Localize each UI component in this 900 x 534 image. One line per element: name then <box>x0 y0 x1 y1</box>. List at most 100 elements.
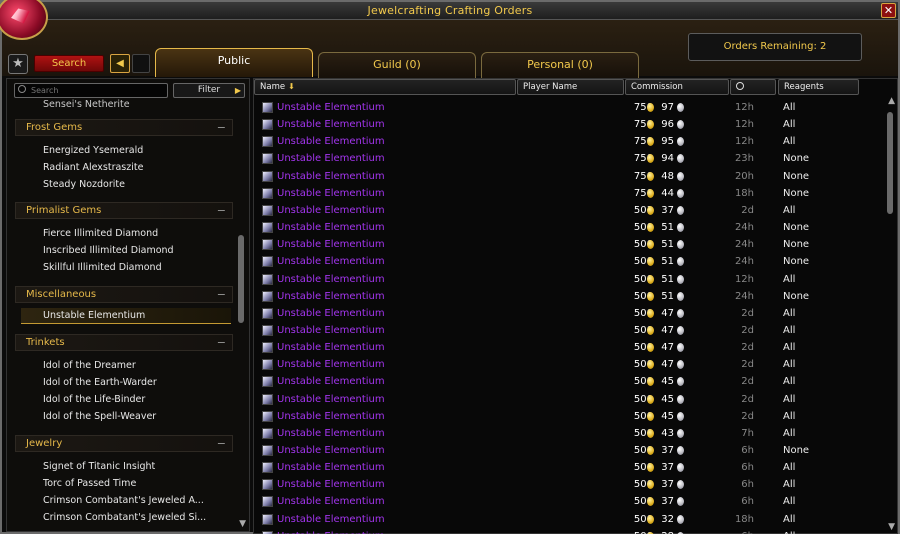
column-header-name[interactable]: Name ⬇ <box>254 79 516 95</box>
item-name: Unstable Elementium <box>277 153 385 165</box>
list-item[interactable]: Fierce Illimited Diamond <box>21 226 231 242</box>
table-row[interactable]: Unstable Elementium 500 37 6h All <box>254 476 884 493</box>
item-name: Unstable Elementium <box>277 393 385 405</box>
category-header-jewelry[interactable]: Jewelry − <box>15 435 233 452</box>
sidebar-scroll-thumb[interactable] <box>238 235 244 323</box>
collapse-icon: − <box>216 288 226 301</box>
silver-coin-icon <box>677 411 684 421</box>
list-item[interactable]: Signet of Titanic Insight <box>21 459 231 475</box>
table-row[interactable]: Unstable Elementium 500 51 24h None <box>254 253 884 270</box>
table-row[interactable]: Unstable Elementium 500 37 6h All <box>254 493 884 510</box>
filter-button[interactable]: Filter ▶ <box>173 83 245 98</box>
table-row[interactable]: Unstable Elementium 500 43 7h All <box>254 425 884 442</box>
table-row[interactable]: Unstable Elementium 750 97 12h All <box>254 99 884 116</box>
gold-coin-icon <box>647 188 654 198</box>
table-row[interactable]: Unstable Elementium 500 37 6h None <box>254 442 884 459</box>
table-row[interactable]: Unstable Elementium 500 47 2d All <box>254 322 884 339</box>
table-row[interactable]: Unstable Elementium 750 95 12h All <box>254 133 884 150</box>
list-item[interactable]: Idol of the Spell-Weaver <box>21 409 231 425</box>
time-left: 6h <box>741 496 754 508</box>
table-row[interactable]: Unstable Elementium 750 48 20h None <box>254 168 884 185</box>
time-left: 20h <box>734 170 754 182</box>
table-row[interactable]: Unstable Elementium 750 94 23h None <box>254 150 884 167</box>
commission-silver: 51 <box>661 256 674 268</box>
table-row[interactable]: Unstable Elementium 500 51 12h All <box>254 271 884 288</box>
item-icon <box>262 393 273 405</box>
tab-guild[interactable]: Guild (0) <box>318 52 476 78</box>
item-icon <box>262 496 273 508</box>
chevron-down-icon[interactable]: ▼ <box>239 519 246 529</box>
close-button[interactable]: ✕ <box>881 3 896 18</box>
table-row[interactable]: Unstable Elementium 500 47 2d All <box>254 305 884 322</box>
table-row[interactable]: Unstable Elementium 750 44 18h None <box>254 185 884 202</box>
tab-personal[interactable]: Personal (0) <box>481 52 639 78</box>
table-row[interactable]: Unstable Elementium 500 47 2d All <box>254 356 884 373</box>
list-item[interactable]: Idol of the Life-Binder <box>21 392 231 408</box>
item-icon <box>262 445 273 456</box>
table-row[interactable]: Unstable Elementium 500 45 2d All <box>254 408 884 425</box>
list-item-selected[interactable]: Unstable Elementium <box>21 308 231 324</box>
list-item[interactable]: Idol of the Dreamer <box>21 358 231 374</box>
category-header-trinkets[interactable]: Trinkets − <box>15 334 233 351</box>
back-button[interactable]: ◀ <box>110 54 130 73</box>
item-icon <box>262 153 273 165</box>
list-item[interactable]: Steady Nozdorite <box>21 177 231 193</box>
reagents-value: None <box>783 445 810 456</box>
tab-public[interactable]: Public <box>155 48 313 77</box>
table-row[interactable]: Unstable Elementium 500 51 24h None <box>254 219 884 236</box>
category-header-primalist-gems[interactable]: Primalist Gems − <box>15 202 233 219</box>
forward-button[interactable] <box>132 54 150 73</box>
list-item[interactable]: Idol of the Earth-Warder <box>21 375 231 391</box>
chevron-up-icon[interactable]: ▲ <box>888 96 895 106</box>
item-icon <box>262 119 273 131</box>
table-row[interactable]: Unstable Elementium 500 32 18h All <box>254 511 884 528</box>
column-header-commission[interactable]: Commission <box>625 79 729 95</box>
search-button[interactable]: Search <box>34 55 104 72</box>
commission-silver: 44 <box>661 187 674 199</box>
reagents-value: None <box>783 187 810 199</box>
list-item[interactable]: Energized Ysemerald <box>21 143 231 159</box>
silver-coin-icon <box>677 223 684 233</box>
list-item[interactable]: Sensei's Netherite <box>21 97 231 113</box>
reagents-value: All <box>783 136 796 148</box>
category-header-frost-gems[interactable]: Frost Gems − <box>15 119 233 136</box>
list-item[interactable]: Torc of Passed Time <box>21 476 231 492</box>
table-row[interactable]: Unstable Elementium 500 45 2d All <box>254 391 884 408</box>
list-item[interactable]: Crimson Combatant's Jeweled A... <box>21 493 231 509</box>
reagents-value: None <box>783 170 810 182</box>
column-header-time[interactable] <box>730 79 776 95</box>
list-item[interactable]: Crimson Combatant's Jeweled Si... <box>21 510 231 526</box>
commission-silver: 43 <box>661 427 674 439</box>
table-scroll-thumb[interactable] <box>887 112 893 214</box>
sidebar-scrollbar[interactable] <box>238 99 244 519</box>
category-header-miscellaneous[interactable]: Miscellaneous − <box>15 286 233 303</box>
item-name: Unstable Elementium <box>277 256 385 268</box>
reagents-value: All <box>783 204 796 216</box>
commission-silver: 51 <box>661 290 674 302</box>
chevron-right-icon: ▶ <box>234 86 241 95</box>
table-row[interactable]: Unstable Elementium 500 51 24h None <box>254 288 884 305</box>
table-row[interactable]: Unstable Elementium 500 51 24h None <box>254 236 884 253</box>
time-left: 24h <box>734 256 754 268</box>
silver-coin-icon <box>677 394 684 404</box>
jewel-icon <box>9 5 33 27</box>
table-row[interactable]: Unstable Elementium500286hAll <box>254 528 884 534</box>
column-header-player[interactable]: Player Name <box>517 79 624 95</box>
table-row[interactable]: Unstable Elementium 750 96 12h All <box>254 116 884 133</box>
list-item[interactable]: Skillful Illimited Diamond <box>21 260 231 276</box>
chevron-down-icon[interactable]: ▼ <box>888 522 895 532</box>
commission-silver: 47 <box>661 359 674 371</box>
table-row[interactable]: Unstable Elementium 501 37 2d All <box>254 202 884 219</box>
table-row[interactable]: Unstable Elementium 500 47 2d All <box>254 339 884 356</box>
title-bar[interactable]: Jewelcrafting Crafting Orders ✕ <box>2 2 898 20</box>
column-header-reagents[interactable]: Reagents <box>778 79 859 95</box>
table-row[interactable]: Unstable Elementium 500 45 2d All <box>254 373 884 390</box>
table-row[interactable]: Unstable Elementium 500 37 6h All <box>254 459 884 476</box>
list-item[interactable]: Radiant Alexstraszite <box>21 160 231 176</box>
list-item[interactable]: Inscribed Illimited Diamond <box>21 243 231 259</box>
sort-down-icon: ⬇ <box>288 82 295 91</box>
time-left: 2d <box>741 410 754 422</box>
search-input[interactable] <box>14 83 168 98</box>
favorites-button[interactable]: ★ <box>8 54 28 74</box>
item-name: Unstable Elementium <box>277 204 385 216</box>
